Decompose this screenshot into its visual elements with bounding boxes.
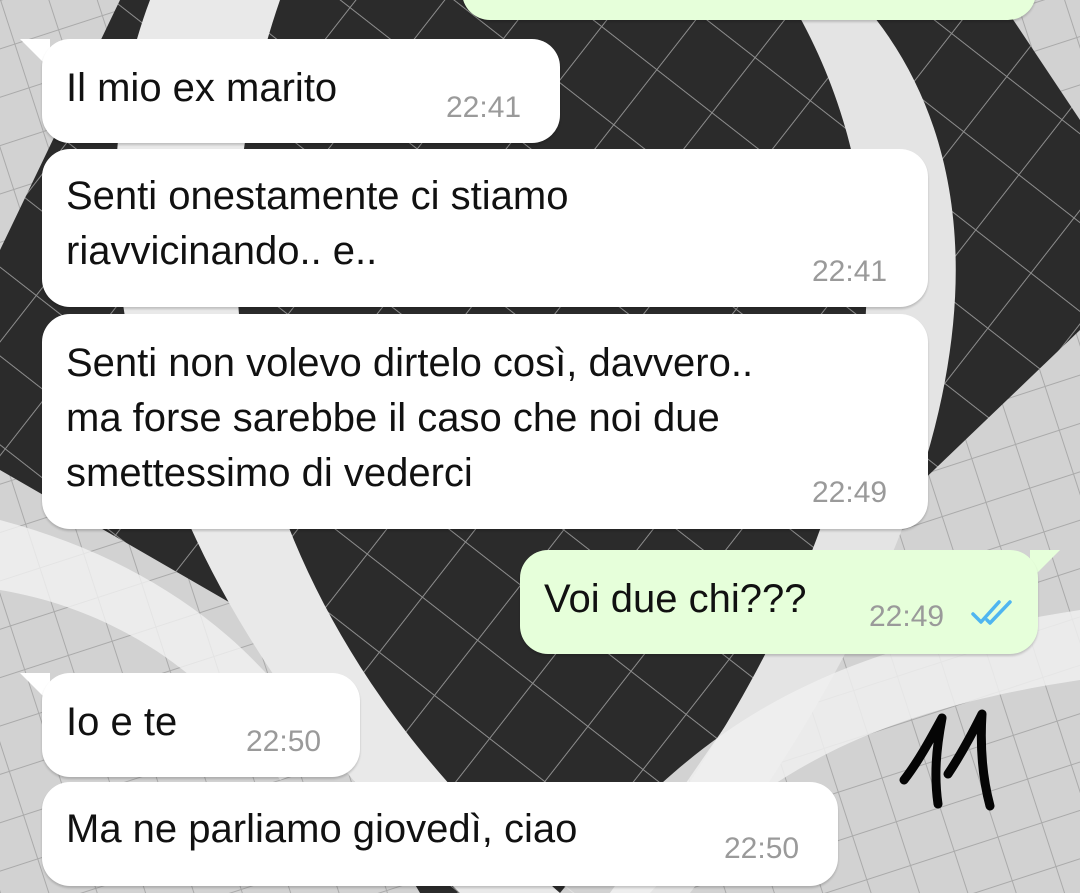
outgoing-bubble-partial[interactable]: [462, 0, 1036, 20]
outgoing-message-bubble[interactable]: Voi due chi??? 22:49: [520, 550, 1038, 654]
incoming-message-bubble[interactable]: Ma ne parliamo giovedì, ciao 22:50: [42, 782, 838, 886]
message-text: Ma ne parliamo giovedì, ciao: [66, 807, 578, 851]
handwritten-mark: [899, 709, 995, 811]
message-text: Senti onestamente ci stiamo riavvicinand…: [66, 174, 569, 273]
message-text: Senti non volevo dirtelo così, davvero..…: [66, 341, 754, 495]
message-text: Il mio ex marito: [66, 66, 338, 110]
message-timestamp: 22:41: [812, 255, 888, 288]
message-timestamp: 22:50: [246, 725, 322, 758]
incoming-message-bubble[interactable]: Senti onestamente ci stiamo riavvicinand…: [42, 149, 928, 307]
message-text: Io e te: [66, 700, 178, 744]
message-timestamp: 22:41: [446, 91, 522, 124]
incoming-message-bubble[interactable]: Il mio ex marito 22:41: [42, 39, 560, 143]
message-timestamp: 22:49: [869, 600, 945, 633]
message-timestamp: 22:50: [724, 832, 800, 865]
double-check-icon: [971, 600, 1012, 625]
incoming-message-bubble[interactable]: Io e te 22:50: [42, 673, 360, 777]
message-text: Voi due chi???: [544, 577, 807, 621]
incoming-message-bubble[interactable]: Senti non volevo dirtelo così, davvero..…: [42, 314, 928, 529]
message-timestamp: 22:49: [812, 476, 888, 509]
